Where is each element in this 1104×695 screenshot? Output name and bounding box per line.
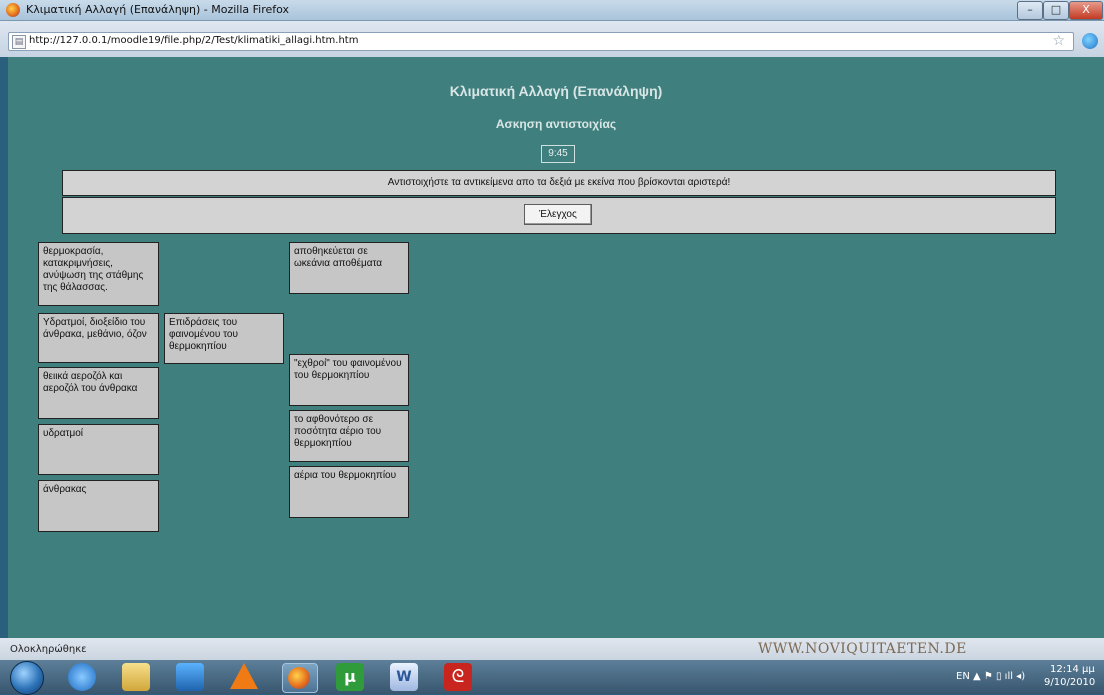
url-text[interactable]: http://127.0.0.1/moodle19/file.php/2/Tes… — [29, 35, 358, 46]
system-tray[interactable]: EN ▲ ⚑ ▯ ıll ◂) — [956, 671, 1025, 682]
utorrent-icon[interactable]: µ — [336, 663, 364, 691]
navigation-bar: ▤ http://127.0.0.1/moodle19/file.php/2/T… — [0, 21, 1104, 57]
page-title: Κλιματική Αλλαγή (Επανάληψη) — [449, 83, 663, 99]
clock-time[interactable]: 12:14 μμ — [1050, 664, 1095, 675]
minimize-button[interactable]: – — [1017, 1, 1043, 20]
right-card[interactable]: "εχθροί" του φαινομένου του θερμοκηπίου — [289, 354, 409, 406]
right-card[interactable]: αέρια του θερμοκηπίου — [289, 466, 409, 518]
window-title-bar: Κλιματική Αλλαγή (Επανάληψη) - Mozilla F… — [0, 0, 1104, 21]
right-card[interactable]: το αφθονότερο σε ποσότητα αέριο του θερμ… — [289, 410, 409, 462]
close-button[interactable]: X — [1069, 1, 1103, 20]
internet-explorer-icon[interactable] — [68, 663, 96, 691]
window-title: Κλιματική Αλλαγή (Επανάληψη) - Mozilla F… — [26, 3, 290, 16]
download-status-icon[interactable] — [1082, 33, 1098, 49]
media-player-icon[interactable] — [176, 663, 204, 691]
taskbar: µ W ᘓ EN ▲ ⚑ ▯ ıll ◂) 12:14 μμ 9/10/2010 — [0, 660, 1104, 695]
page-icon: ▤ — [12, 35, 26, 49]
vlc-icon[interactable] — [230, 663, 258, 689]
address-bar[interactable]: ▤ http://127.0.0.1/moodle19/file.php/2/T… — [8, 32, 1074, 51]
folder-icon[interactable] — [122, 663, 150, 691]
timer-display: 9:45 — [541, 145, 575, 163]
right-card[interactable]: αποθηκεύεται σε ωκεάνια αποθέματα — [289, 242, 409, 294]
acrobat-icon[interactable]: ᘓ — [444, 663, 472, 691]
bookmark-star-icon[interactable]: ☆ — [1052, 33, 1065, 49]
instruction-bar: Αντιστοιχήστε τα αντικείμενα απο τα δεξι… — [62, 170, 1056, 196]
left-card[interactable]: υδρατμοί — [38, 424, 159, 475]
status-bar: Ολοκληρώθηκε WWW.NOVIQUITAETEN.DE — [0, 638, 1104, 660]
watermark: WWW.NOVIQUITAETEN.DE — [758, 641, 967, 657]
status-text: Ολοκληρώθηκε — [10, 644, 87, 655]
left-card[interactable]: θερμοκρασία, κατακριμνήσεις, ανύψωση της… — [38, 242, 159, 306]
firefox-taskbar-icon[interactable] — [282, 663, 318, 693]
maximize-button[interactable]: □ — [1043, 1, 1069, 20]
check-button[interactable]: Έλεγχος — [524, 204, 592, 225]
left-card[interactable]: άνθρακας — [38, 480, 159, 532]
word-icon[interactable]: W — [390, 663, 418, 691]
clock-date[interactable]: 9/10/2010 — [1044, 677, 1095, 688]
exercise-subtitle: Ασκηση αντιστοιχίας — [495, 117, 617, 131]
firefox-icon — [6, 3, 20, 17]
left-card[interactable]: θειικά αεροζόλ και αεροζόλ του άνθρακα — [38, 367, 159, 419]
page-content: Κλιματική Αλλαγή (Επανάληψη) Ασκηση αντι… — [8, 57, 1104, 638]
placed-card[interactable]: Επιδράσεις του φαινομένου του θερμοκηπίο… — [164, 313, 284, 364]
check-bar: Έλεγχος — [62, 197, 1056, 234]
left-card[interactable]: Υδρατμοί, διοξείδιο του άνθρακα, μεθάνιο… — [38, 313, 159, 363]
start-button[interactable] — [10, 661, 44, 695]
